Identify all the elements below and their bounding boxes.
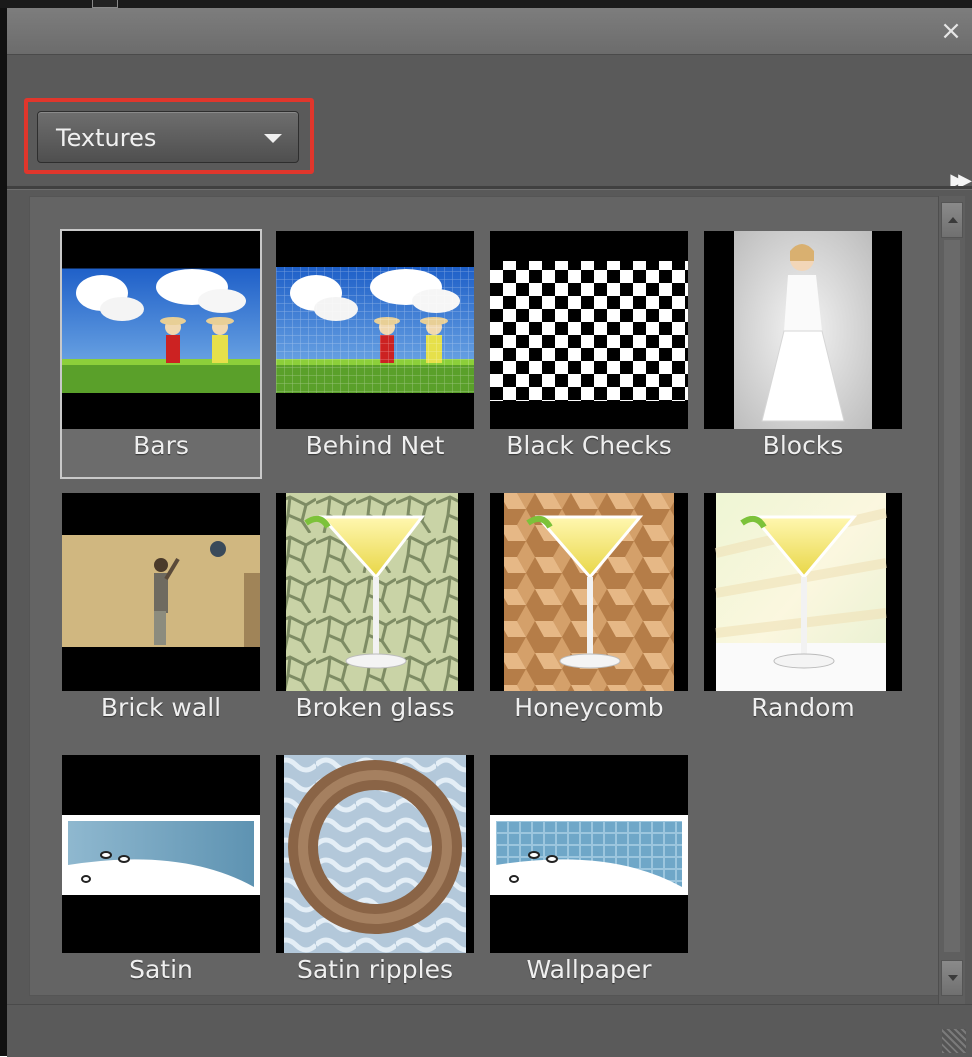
category-dropdown-value: Textures — [56, 124, 157, 152]
category-dropdown[interactable]: Textures — [37, 111, 299, 163]
thumbnail-wallpaper[interactable]: Wallpaper — [488, 753, 690, 1003]
top-notch — [92, 0, 118, 8]
satin-preview — [62, 755, 260, 953]
behind-net-preview — [276, 231, 474, 429]
vertical-scrollbar[interactable] — [938, 196, 965, 1004]
panel-titlebar[interactable]: × — [7, 8, 972, 55]
black-checks-preview — [490, 231, 688, 429]
thumbnail-random[interactable]: Random — [702, 491, 904, 741]
top-strip — [0, 0, 972, 8]
thumbnail-satin-ripples[interactable]: Satin ripples — [274, 753, 476, 1003]
chevron-down-icon — [264, 134, 282, 143]
thumbnail-label: Wallpaper — [526, 955, 652, 984]
blocks-preview — [704, 231, 902, 429]
broken-glass-preview — [276, 493, 474, 691]
effects-panel: × ▶▶ Textures Bars Behind Net Black Chec… — [7, 8, 972, 1057]
satin-ripples-preview — [276, 755, 474, 953]
thumbnail-label: Random — [751, 693, 855, 722]
thumbnail-label: Brick wall — [100, 693, 222, 722]
close-icon[interactable]: × — [940, 18, 962, 44]
random-preview — [704, 493, 902, 691]
resize-grip-icon[interactable] — [942, 1029, 966, 1053]
brick-wall-preview — [62, 493, 260, 691]
thumbnail-label: Bars — [133, 431, 189, 460]
thumbnail-behind-net[interactable]: Behind Net — [274, 229, 476, 479]
honeycomb-preview — [490, 493, 688, 691]
thumbnail-label: Blocks — [762, 431, 844, 460]
thumbnail-satin[interactable]: Satin — [60, 753, 262, 1003]
thumbnail-broken-glass[interactable]: Broken glass — [274, 491, 476, 741]
thumbnail-label: Honeycomb — [514, 693, 664, 722]
thumbnail-brick-wall[interactable]: Brick wall — [60, 491, 262, 741]
thumbnail-honeycomb[interactable]: Honeycomb — [488, 491, 690, 741]
scroll-track[interactable] — [944, 240, 960, 952]
left-edge — [0, 8, 7, 1056]
thumbnail-blocks[interactable]: Blocks — [702, 229, 904, 479]
thumbnail-grid: Bars Behind Net Black Checks Blocks Bric… — [29, 196, 939, 996]
thumbnail-black-checks[interactable]: Black Checks — [488, 229, 690, 479]
scroll-up-icon[interactable] — [941, 202, 963, 238]
thumbnail-bars[interactable]: Bars — [60, 229, 262, 479]
thumbnail-label: Behind Net — [305, 431, 445, 460]
panel-footer — [7, 1004, 972, 1057]
thumbnail-label: Satin — [129, 955, 193, 984]
wallpaper-preview — [490, 755, 688, 953]
scroll-down-icon[interactable] — [941, 960, 963, 996]
thumbnail-label: Broken glass — [295, 693, 455, 722]
toolbar-divider — [7, 186, 972, 190]
thumbnail-label: Black Checks — [506, 431, 672, 460]
thumbnail-label: Satin ripples — [296, 955, 454, 984]
bars-preview — [62, 231, 260, 429]
